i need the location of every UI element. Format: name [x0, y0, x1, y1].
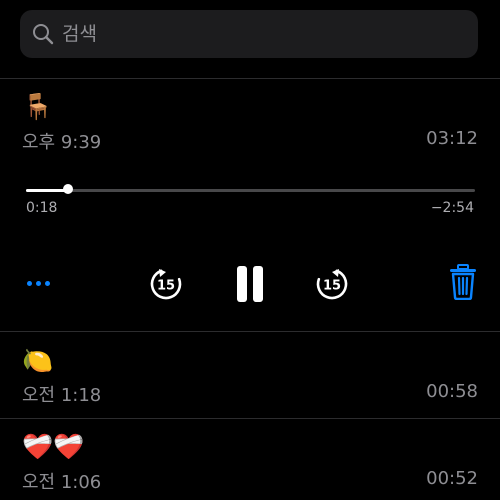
search-icon: [33, 24, 54, 45]
playback-progress: [26, 189, 69, 192]
skip-forward-button[interactable]: 15: [314, 266, 350, 302]
recording-title: 🍋: [22, 346, 54, 375]
remaining-time: −2:54: [430, 200, 474, 216]
recording-duration: 00:58: [426, 381, 478, 402]
recording-time: 오후 9:39: [22, 132, 102, 153]
delete-button[interactable]: [448, 264, 478, 300]
more-icon-dot: [44, 280, 50, 286]
pause-icon: [237, 266, 247, 302]
recording-time: 오전 1:06: [22, 472, 102, 493]
pause-icon-bar: [253, 266, 263, 302]
recording-duration: 00:52: [426, 468, 478, 489]
divider: [0, 78, 500, 79]
skip-back-button[interactable]: 15: [148, 266, 184, 302]
trash-icon: [450, 264, 476, 300]
more-icon-dot: [35, 280, 41, 286]
divider: [0, 331, 500, 332]
divider: [0, 418, 500, 419]
skip-forward-15-icon: 15: [316, 269, 348, 300]
recording-duration: 03:12: [426, 128, 478, 149]
playback-scrubber[interactable]: [26, 189, 475, 192]
search-bar[interactable]: [20, 10, 478, 58]
elapsed-time: 0:18: [26, 200, 58, 216]
skip-back-label: 15: [157, 279, 175, 294]
skip-back-15-icon: 15: [150, 269, 182, 300]
more-button[interactable]: [22, 270, 54, 296]
search-input[interactable]: [60, 22, 444, 46]
recording-title: 🪑: [22, 92, 54, 121]
recording-title: ❤️‍🩹❤️‍🩹: [22, 432, 85, 461]
skip-forward-label: 15: [323, 279, 341, 294]
pause-button[interactable]: [234, 264, 266, 304]
recording-time: 오전 1:18: [22, 385, 102, 406]
more-icon: [26, 280, 32, 286]
scrubber-handle[interactable]: [63, 184, 74, 194]
